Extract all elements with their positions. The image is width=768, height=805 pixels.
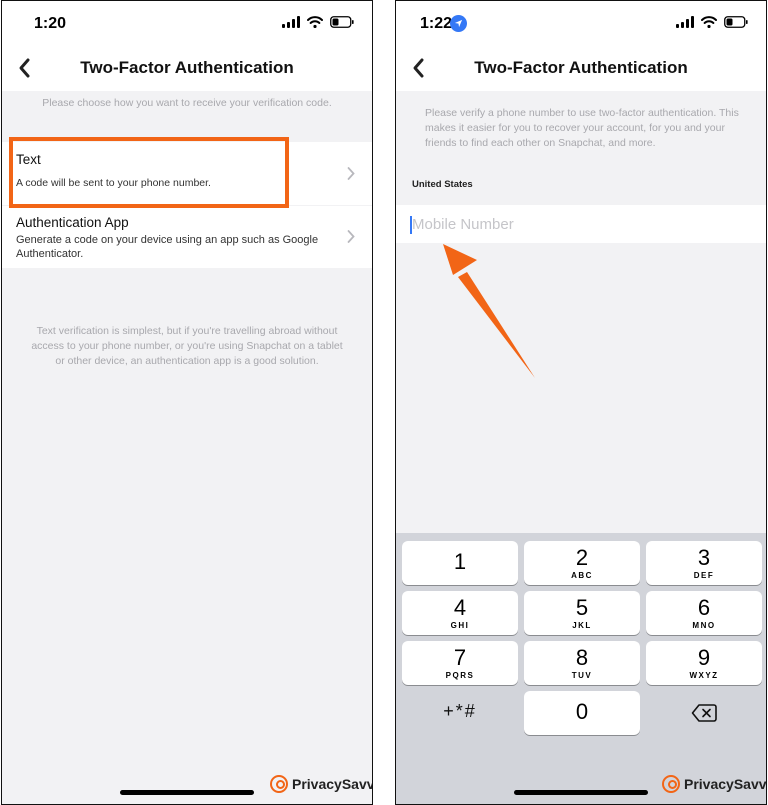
key-digit: 1 bbox=[453, 549, 467, 574]
keypad-key-6[interactable]: 6 MNO bbox=[646, 591, 762, 635]
key-digit: 4 bbox=[453, 595, 467, 620]
status-time: 1:22 bbox=[420, 15, 453, 32]
option-description: Generate a code on your device using an … bbox=[16, 234, 319, 260]
wifi-icon bbox=[701, 16, 717, 28]
page-title: Two-Factor Authentication bbox=[474, 58, 688, 77]
symbols-label: +*# bbox=[443, 701, 477, 721]
numeric-keypad: 1 2 ABC 3 DEF 4 GHI 5 JKL 6 MNO 7 PQRS 8… bbox=[396, 533, 766, 804]
key-digit: 6 bbox=[697, 595, 711, 620]
cellular-signal-icon bbox=[282, 16, 300, 28]
status-bar: 1:22 bbox=[396, 1, 766, 45]
delete-key-icon bbox=[691, 704, 717, 722]
left-phone-screen: 1:20 Two-Factor Authentication Please ch… bbox=[1, 0, 373, 805]
status-icons bbox=[282, 16, 354, 28]
cellular-signal-icon bbox=[676, 16, 694, 28]
page-title: Two-Factor Authentication bbox=[80, 58, 294, 77]
key-letters: JKL bbox=[572, 621, 592, 630]
home-indicator bbox=[120, 790, 254, 795]
privacysavvy-logo-icon bbox=[662, 775, 680, 793]
keypad-key-8[interactable]: 8 TUV bbox=[524, 641, 640, 685]
key-letters: MNO bbox=[692, 621, 716, 630]
brand-name: PrivacySavvy bbox=[292, 776, 372, 792]
key-letters: PQRS bbox=[445, 671, 475, 680]
mobile-number-row bbox=[396, 205, 766, 243]
key-digit: 0 bbox=[575, 699, 589, 724]
key-letters: GHI bbox=[450, 621, 470, 630]
key-digit: 7 bbox=[453, 645, 467, 670]
keypad-key-0[interactable]: 0 bbox=[524, 691, 640, 735]
nav-bar: Two-Factor Authentication bbox=[396, 45, 766, 91]
footer-hint-text: Text verification is simplest, but if yo… bbox=[31, 325, 343, 367]
brand-watermark: PrivacySavvy bbox=[662, 775, 767, 793]
status-bar: 1:20 bbox=[2, 1, 372, 45]
status-icons bbox=[676, 16, 748, 28]
right-phone-screen: 1:22 Two-Factor Authentication Please ve… bbox=[395, 0, 767, 805]
privacysavvy-logo-icon bbox=[270, 775, 288, 793]
brand-name: PrivacySavvy bbox=[684, 776, 767, 792]
key-digit: 5 bbox=[575, 595, 589, 620]
nav-bar: Two-Factor Authentication bbox=[2, 45, 372, 91]
key-letters: ABC bbox=[571, 571, 593, 580]
option-authentication-app[interactable]: Authentication App Generate a code on yo… bbox=[2, 206, 372, 268]
country-selector[interactable]: United States bbox=[412, 179, 473, 190]
key-letters: DEF bbox=[693, 571, 715, 580]
instruction-text: Please choose how you want to receive yo… bbox=[42, 97, 332, 109]
keypad-delete-key[interactable] bbox=[646, 691, 762, 735]
wifi-icon bbox=[307, 16, 323, 28]
key-digit: 9 bbox=[697, 645, 711, 670]
key-letters: WXYZ bbox=[689, 671, 719, 680]
status-time: 1:20 bbox=[34, 15, 67, 32]
home-indicator bbox=[514, 790, 648, 795]
keypad-key-9[interactable]: 9 WXYZ bbox=[646, 641, 762, 685]
chevron-right-icon bbox=[347, 230, 355, 243]
mobile-number-input[interactable] bbox=[412, 210, 712, 238]
keypad-key-4[interactable]: 4 GHI bbox=[402, 591, 518, 635]
keypad-key-1[interactable]: 1 bbox=[402, 541, 518, 585]
option-title: Authentication App bbox=[16, 215, 129, 230]
keypad-symbols-key[interactable]: +*# bbox=[402, 691, 518, 735]
keypad-key-5[interactable]: 5 JKL bbox=[524, 591, 640, 635]
battery-icon bbox=[724, 16, 748, 28]
keypad-key-2[interactable]: 2 ABC bbox=[524, 541, 640, 585]
keypad-key-3[interactable]: 3 DEF bbox=[646, 541, 762, 585]
location-arrow-icon bbox=[450, 15, 467, 32]
chevron-right-icon bbox=[347, 167, 355, 180]
instruction-text: Please verify a phone number to use two-… bbox=[425, 107, 739, 149]
keypad-key-7[interactable]: 7 PQRS bbox=[402, 641, 518, 685]
key-digit: 8 bbox=[575, 645, 589, 670]
key-letters: TUV bbox=[571, 671, 593, 680]
highlight-annotation-box bbox=[9, 137, 289, 208]
key-digit: 3 bbox=[697, 545, 711, 570]
battery-icon bbox=[330, 16, 354, 28]
brand-watermark: PrivacySavvy bbox=[270, 775, 372, 793]
key-digit: 2 bbox=[575, 545, 589, 570]
